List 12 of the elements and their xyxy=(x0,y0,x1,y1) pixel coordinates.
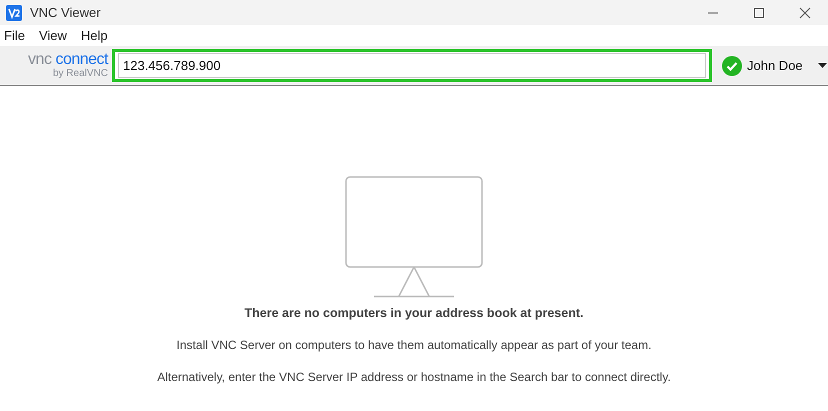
menu-item[interactable]: File xyxy=(4,28,25,43)
menu-item[interactable]: View xyxy=(38,28,67,43)
window-title: VNC Viewer xyxy=(30,5,101,20)
logo-text: connect xyxy=(55,52,108,68)
empty-message: Alternatively, enter the VNC Server IP address or hostname in the Search bar to connect directly. xyxy=(157,370,671,384)
search-field[interactable]: 123.456.789.900 xyxy=(112,49,712,82)
logo-text: vnc xyxy=(28,52,52,68)
account-button[interactable]: John Doe xyxy=(722,56,827,76)
empty-heading: There are no computers in your address book at present. xyxy=(244,306,584,320)
menu-item[interactable]: Help xyxy=(80,28,108,43)
empty-message: Install VNC Server on computers to have them automatically appear as part of your team. xyxy=(176,338,652,352)
logo-byline: by RealVNC xyxy=(52,68,108,79)
